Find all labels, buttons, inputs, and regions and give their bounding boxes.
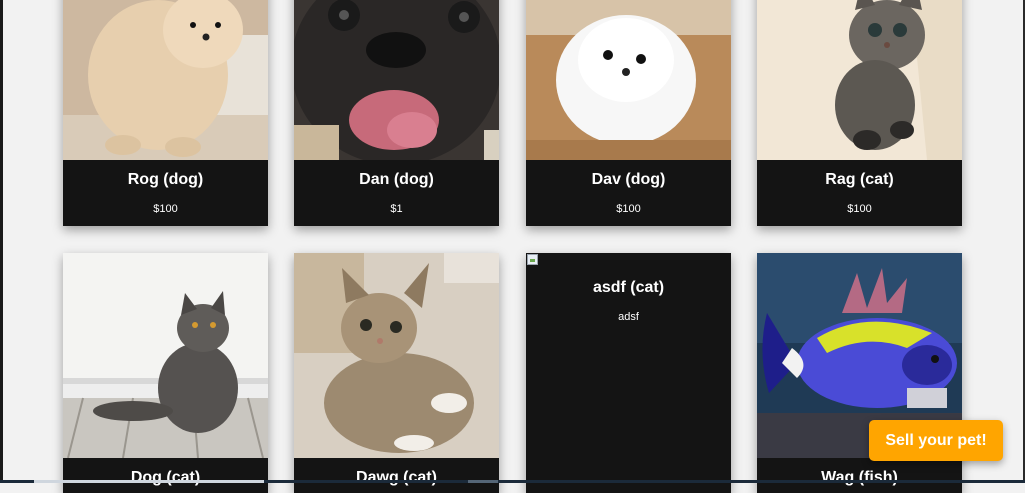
- pet-card[interactable]: Dawg (cat): [294, 253, 499, 493]
- pet-name: Wag (fish): [821, 469, 898, 486]
- pet-name: Dog (cat): [130, 469, 201, 486]
- pet-price: $100: [847, 203, 872, 215]
- pet-card[interactable]: asdf (cat) adsf: [526, 253, 731, 493]
- pet-card[interactable]: Rag (cat) $100: [757, 0, 962, 226]
- pet-photo: [757, 0, 962, 160]
- pet-price: $100: [153, 203, 178, 215]
- pet-photo: [63, 253, 268, 458]
- pet-price: $100: [616, 203, 641, 215]
- pet-name: Dav (dog): [591, 171, 666, 188]
- pet-photo: [526, 0, 731, 160]
- pet-photo: [294, 253, 499, 458]
- pet-card[interactable]: Dav (dog) $100: [526, 0, 731, 226]
- pet-card[interactable]: Dog (cat): [63, 253, 268, 493]
- pet-card[interactable]: Dan (dog) $1: [294, 0, 499, 226]
- pet-name: Rog (dog): [127, 171, 204, 188]
- broken-image-icon: [527, 254, 538, 265]
- pet-name: asdf (cat): [592, 279, 665, 296]
- pet-photo: [63, 0, 268, 160]
- pet-card[interactable]: Rog (dog) $100: [63, 0, 268, 226]
- pet-name: Rag (cat): [825, 171, 894, 188]
- pet-price: adsf: [618, 311, 639, 323]
- pet-name: Dan (dog): [359, 171, 434, 188]
- sell-your-pet-button[interactable]: Sell your pet!: [869, 420, 1003, 461]
- window-left-edge: [0, 0, 3, 483]
- pet-photo: [294, 0, 499, 160]
- pet-name: Dawg (cat): [356, 469, 437, 486]
- pet-price: $1: [390, 203, 403, 215]
